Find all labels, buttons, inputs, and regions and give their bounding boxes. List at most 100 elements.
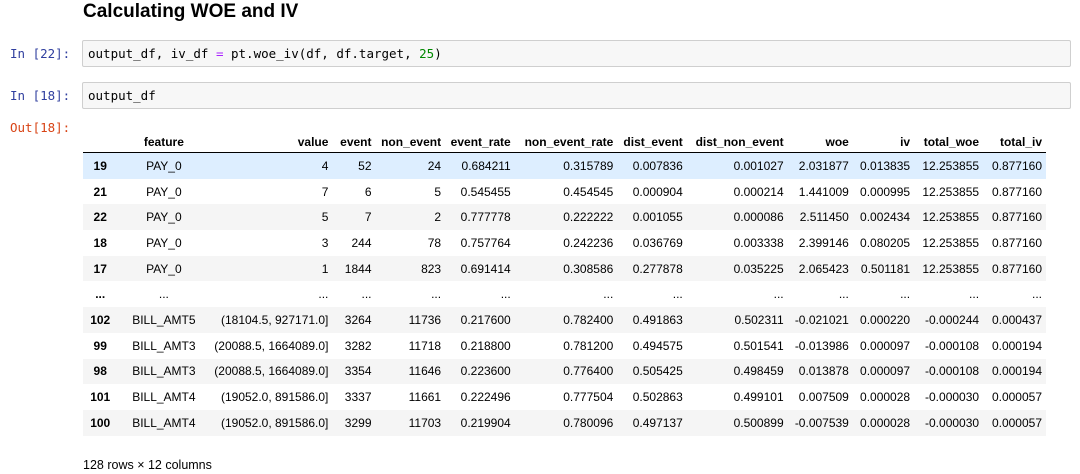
code-cell-18[interactable]: output_df [82, 82, 1071, 109]
cell-total-iv: 0.000057 [991, 415, 1042, 430]
cell-woe: -0.013986 [794, 338, 849, 353]
cell-event: 52 [358, 158, 372, 173]
cell-non-event: 11736 [408, 312, 442, 327]
cell-non-event: 5 [434, 184, 442, 199]
cell-woe: 2.399146 [798, 235, 849, 250]
cell-feature: ... [158, 287, 169, 302]
cell-event-rate: 0.218800 [460, 338, 511, 353]
table-row[interactable]: 101 BILL_AMT4 (19052.0, 891586.0] 3337 11661… [83, 384, 1046, 410]
cell-iv: 0.000995 [860, 184, 911, 199]
cell-dist-non-event: 0.000214 [733, 184, 784, 199]
cell-value: 1 [321, 261, 329, 276]
cell-dist-event: 0.491863 [632, 312, 683, 327]
cell-event-rate: 0.757764 [460, 235, 511, 250]
cell-event: 6 [364, 184, 372, 199]
cell-total-woe: 12.253855 [922, 184, 980, 199]
cell-value: (19052.0, 891586.0] [220, 390, 329, 405]
header-event: event [332, 132, 376, 153]
row-count-footer: 128 rows × 12 columns [83, 458, 212, 472]
cell-feature: PAY_0 [146, 261, 182, 276]
cell-iv: 0.080205 [860, 235, 911, 250]
table-row[interactable]: ....................................... [83, 281, 1046, 308]
table-row[interactable]: 18 PAY_0 3 244 78 0.757764 0.242236 0.036769 0.0… [83, 230, 1046, 256]
cell-dist-non-event: 0.001027 [733, 158, 784, 173]
cell-dist-non-event: 0.502311 [734, 312, 784, 327]
cell-non-event-rate: 0.782400 [563, 312, 614, 327]
cell-iv: 0.013835 [860, 158, 911, 173]
cell-event-rate: 0.223600 [460, 364, 511, 379]
cell-event-rate: ... [500, 287, 511, 302]
cell-non-event-rate: 0.308586 [563, 261, 614, 276]
code-lhs: output_df, iv_df [88, 46, 216, 61]
cell-woe: -0.007539 [794, 415, 849, 430]
cell-total-iv: 0.877160 [991, 210, 1042, 225]
cell-non-event-rate: 0.315789 [563, 158, 614, 173]
cell-woe: ... [838, 287, 849, 302]
cell-feature: BILL_AMT4 [132, 390, 196, 405]
cell-iv: ... [900, 287, 911, 302]
cell-non-event: 78 [427, 235, 442, 250]
cell-woe: 2.065423 [798, 261, 849, 276]
cell-index: 19 [93, 158, 107, 173]
section-heading: Calculating WOE and IV [83, 1, 299, 22]
table-row[interactable]: 99 BILL_AMT3 (20088.5, 1664089.0] 3282 11718… [83, 332, 1046, 359]
cell-non-event: 11661 [408, 390, 442, 405]
cell-total-woe: ... [969, 287, 980, 302]
cell-dist-event: 0.494575 [632, 338, 683, 353]
cell-dist-event: 0.505425 [632, 364, 683, 379]
cell-non-event-rate: 0.454545 [563, 184, 614, 199]
header-index [83, 132, 118, 153]
cell-total-iv: 0.000194 [991, 338, 1042, 353]
cell-event: 3264 [344, 312, 372, 327]
table-row[interactable]: 22 PAY_0 5 7 2 0.777778 0.222222 0.001055 0.0000… [83, 204, 1046, 231]
cell-non-event: 11718 [408, 338, 442, 353]
cell-value: ... [318, 287, 329, 302]
table-row[interactable]: 100 BILL_AMT4 (19052.0, 891586.0] 3299 11703… [83, 409, 1046, 436]
cell-non-event-rate: 0.780096 [563, 415, 614, 430]
cell-feature: BILL_AMT4 [132, 415, 196, 430]
cell-event: 7 [364, 210, 372, 225]
code-cell-22[interactable]: output_df, iv_df = pt.woe_iv(df, df.targ… [82, 40, 1071, 67]
cell-event-rate: 0.217600 [460, 312, 511, 327]
header-iv: iv [852, 132, 915, 153]
cell-value: 7 [321, 184, 329, 199]
cell-total-woe: -0.000030 [925, 390, 980, 405]
cell-non-event-rate: ... [603, 287, 614, 302]
code-text: output_df [88, 88, 156, 103]
cell-iv: 0.000097 [860, 364, 911, 379]
cell-event-rate: 0.691414 [460, 261, 511, 276]
cell-event-rate: 0.545455 [460, 184, 511, 199]
table-row[interactable]: 21 PAY_0 7 6 5 0.545455 0.454545 0.000904 0.0002… [83, 178, 1046, 205]
input-prompt-22: In [22]: [10, 46, 71, 61]
cell-iv: 0.002434 [860, 210, 911, 225]
cell-total-iv: ... [1031, 287, 1042, 302]
table-header-row: feature value event non_event event_rate… [83, 132, 1046, 153]
cell-value: (20088.5, 1664089.0] [214, 338, 329, 353]
header-dist-event: dist_event [617, 132, 687, 153]
cell-value: (18104.5, 927171.0] [220, 312, 329, 327]
cell-non-event-rate: 0.781200 [563, 338, 614, 353]
cell-woe: 2.511450 [799, 210, 849, 225]
table-row[interactable]: 98 BILL_AMT3 (20088.5, 1664089.0] 3354 11646… [83, 358, 1046, 385]
cell-event: 1844 [344, 261, 372, 276]
table-row[interactable]: 19 PAY_0 4 52 24 0.684211 0.315789 0.007836 0.00… [83, 152, 1046, 179]
cell-woe: 1.441009 [798, 184, 849, 199]
header-event-rate: event_rate [445, 132, 515, 153]
table-row[interactable]: 17 PAY_0 1 1844 823 0.691414 0.308586 0.277878 0… [83, 255, 1046, 282]
cell-total-iv: 0.000194 [991, 364, 1042, 379]
cell-feature: BILL_AMT5 [132, 312, 196, 327]
dataframe-table: feature value event non_event event_rate… [83, 132, 1046, 436]
cell-dist-non-event: 0.499101 [733, 390, 784, 405]
cell-value: (20088.5, 1664089.0] [214, 364, 329, 379]
cell-event-rate: 0.777778 [460, 210, 511, 225]
header-value: value [210, 132, 333, 153]
cell-index: ... [95, 287, 106, 302]
table-row[interactable]: 102 BILL_AMT5 (18104.5, 927171.0] 3264 11736… [83, 307, 1046, 333]
code-end: ) [434, 46, 442, 61]
cell-iv: 0.000097 [860, 338, 911, 353]
cell-feature: PAY_0 [146, 235, 182, 250]
cell-index: 100 [90, 415, 111, 430]
code-call: pt.woe_iv(df, df.target, [223, 46, 420, 61]
cell-index: 21 [93, 184, 107, 199]
header-non-event: non_event [375, 132, 446, 153]
